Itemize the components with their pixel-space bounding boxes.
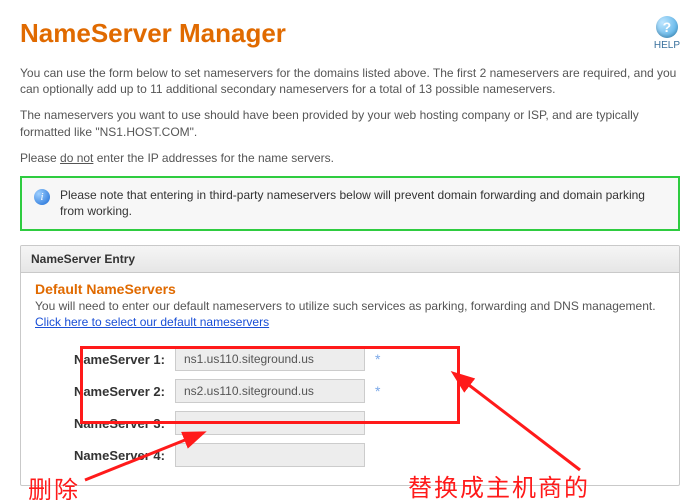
notice-text: Please note that entering in third-party… (60, 188, 666, 219)
nameserver-label: NameServer 4: (35, 448, 165, 463)
info-icon: i (34, 189, 50, 205)
nameserver-4-input[interactable] (175, 443, 365, 467)
nameserver-3-input[interactable] (175, 411, 365, 435)
help-link[interactable]: ? HELP (654, 16, 680, 51)
required-asterisk: * (375, 351, 389, 367)
nameserver-label: NameServer 3: (35, 416, 165, 431)
select-default-link[interactable]: Click here to select our default nameser… (35, 315, 269, 329)
required-asterisk: * (375, 383, 389, 399)
notice-box: i Please note that entering in third-par… (20, 176, 680, 231)
nameserver-row-4: NameServer 4: (35, 443, 665, 467)
intro-paragraph-3: Please do not enter the IP addresses for… (20, 150, 680, 166)
nameserver-2-input[interactable] (175, 379, 365, 403)
nameserver-row-2: NameServer 2: * (35, 379, 665, 403)
help-icon: ? (656, 16, 678, 38)
panel-head: NameServer Entry (21, 246, 679, 273)
nameserver-label: NameServer 1: (35, 352, 165, 367)
annotation-delete-text: 删除 (28, 470, 80, 500)
nameserver-label: NameServer 2: (35, 384, 165, 399)
help-label: HELP (654, 40, 680, 51)
nameserver-1-input[interactable] (175, 347, 365, 371)
nameserver-row-3: NameServer 3: (35, 411, 665, 435)
nameserver-panel: NameServer Entry Default NameServers You… (20, 245, 680, 486)
annotation-replace-text: 替换成主机商的 (408, 468, 590, 500)
section-subtitle: You will need to enter our default names… (35, 299, 656, 313)
page-title: NameServer Manager (20, 18, 286, 49)
nameserver-row-1: NameServer 1: * (35, 347, 665, 371)
section-title: Default NameServers (35, 281, 665, 297)
intro-paragraph-2: The nameservers you want to use should h… (20, 107, 680, 139)
intro-paragraph-1: You can use the form below to set namese… (20, 65, 680, 97)
